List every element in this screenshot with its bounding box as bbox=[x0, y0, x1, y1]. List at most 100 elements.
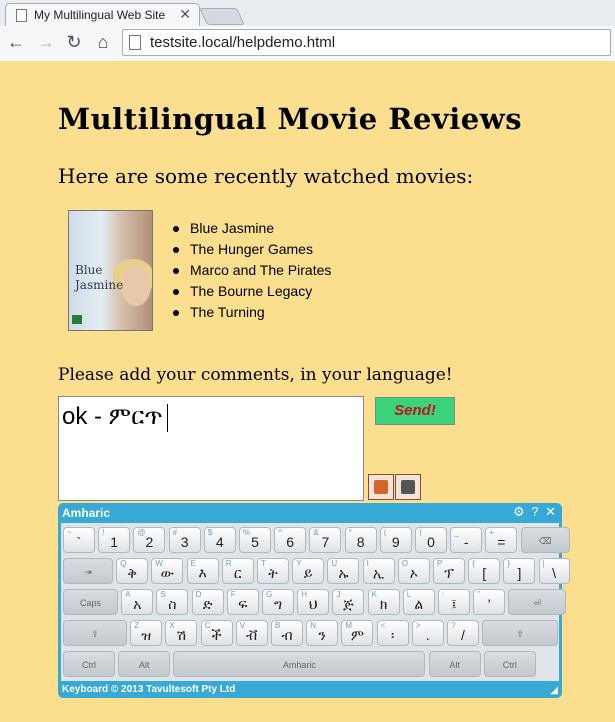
keyboard-title: Amharic bbox=[62, 506, 111, 520]
reload-icon[interactable]: ↻ bbox=[63, 32, 85, 53]
keyboard-key[interactable]: _ - bbox=[450, 527, 483, 553]
key-label: Alt bbox=[449, 660, 460, 670]
onscreen-keyboard: Amharic ⚙ ? ✕ ~ `! 1 @2 #3 $4% 5 ^ 6 & 7 * 8(9) 0 _ - + =… bbox=[58, 503, 570, 698]
key-ctrl-function[interactable]: Ctrl bbox=[483, 651, 536, 677]
keyboard-key[interactable]: Zዝ bbox=[130, 620, 163, 646]
key-label: / bbox=[461, 627, 465, 643]
keyboard-key[interactable]: | \ bbox=[538, 558, 570, 584]
keyboard-key[interactable]: Jጅ bbox=[332, 589, 365, 615]
key--function[interactable]: ⏎ bbox=[508, 589, 567, 615]
keyboard-key[interactable]: Mም bbox=[341, 620, 374, 646]
home-icon[interactable]: ⌂ bbox=[92, 32, 114, 53]
gear-icon[interactable]: ⚙ bbox=[513, 504, 525, 519]
keyboard-key[interactable]: Aአ bbox=[121, 589, 154, 615]
help-icon[interactable]: ? bbox=[531, 504, 538, 519]
keyboard-key[interactable]: Xሽ bbox=[165, 620, 198, 646]
keyboard-key[interactable]: + = bbox=[485, 527, 518, 553]
keyboard-key[interactable]: Tት bbox=[257, 558, 289, 584]
keyboard-key[interactable]: < ፡ bbox=[376, 620, 409, 646]
keyboard-key[interactable]: Gግ bbox=[262, 589, 294, 615]
keyboard-key[interactable]: Kክ bbox=[367, 589, 400, 615]
page-title: Multilingual Movie Reviews bbox=[58, 102, 523, 136]
key-label: ⇧ bbox=[91, 629, 99, 639]
keyboard-key[interactable]: Lል bbox=[402, 589, 435, 615]
keyboard-key[interactable]: Sስ bbox=[156, 589, 189, 615]
key-amharic-function[interactable]: Amharic bbox=[173, 651, 426, 677]
page-icon bbox=[16, 9, 27, 22]
back-icon[interactable]: ← bbox=[5, 32, 27, 53]
keyboard-key[interactable]: Pፕ bbox=[433, 558, 465, 584]
keyboard-key[interactable]: Hህ bbox=[297, 589, 330, 615]
keyboard-key[interactable]: Yይ bbox=[292, 558, 325, 584]
key-label: - bbox=[463, 534, 469, 550]
keyboard-key[interactable]: Wው bbox=[151, 558, 184, 584]
keyboard-key[interactable]: Oኦ bbox=[397, 558, 430, 584]
send-button[interactable]: Send! bbox=[375, 397, 455, 425]
keyboard-controls: ⚙ ? ✕ bbox=[510, 504, 556, 520]
keyboard-key[interactable]: Uኡ bbox=[327, 558, 360, 584]
new-tab-button[interactable] bbox=[199, 8, 245, 25]
keyboard-key[interactable]: " ' bbox=[473, 589, 506, 615]
keyboard-key[interactable]: Nን bbox=[306, 620, 339, 646]
key-label: ም bbox=[350, 627, 364, 643]
keyboard-key[interactable]: (9 bbox=[379, 527, 412, 553]
key-label: ስ bbox=[168, 596, 177, 612]
keyboard-key[interactable]: ! 1 bbox=[98, 527, 131, 553]
key-label: ህ bbox=[308, 596, 318, 612]
keyboard-key[interactable]: Rር bbox=[221, 558, 254, 584]
keyboard-key[interactable]: Bብ bbox=[271, 620, 303, 646]
resize-grip-icon[interactable]: ◢ bbox=[550, 685, 558, 696]
key-label: 8 bbox=[356, 534, 365, 550]
key--function[interactable]: ⇧ bbox=[63, 620, 127, 646]
text-caret bbox=[166, 403, 168, 432]
list-item: Marco and The Pirates bbox=[172, 260, 331, 281]
keyboard-key[interactable]: ~ ` bbox=[63, 527, 95, 553]
keyboard-key[interactable]: Fፍ bbox=[226, 589, 259, 615]
key-label: ⌫ bbox=[538, 536, 552, 546]
keyboard-key[interactable]: Eእ bbox=[186, 558, 219, 584]
keyboard-key[interactable]: : ፤ bbox=[438, 589, 470, 615]
keyboard-key[interactable]: }] bbox=[503, 558, 536, 584]
key-ctrl-function[interactable]: Ctrl bbox=[63, 651, 115, 677]
close-icon[interactable]: ✕ bbox=[545, 504, 556, 519]
keyboard-key[interactable]: * 8 bbox=[344, 527, 377, 553]
key-alt-function[interactable]: Alt bbox=[428, 651, 481, 677]
keyboard-toggle-button[interactable] bbox=[368, 474, 394, 500]
key-label: ፕ bbox=[444, 565, 454, 581]
key-caps-function[interactable]: Caps bbox=[63, 589, 118, 615]
keyboard-key[interactable]: % 5 bbox=[239, 527, 271, 553]
keyboard-key[interactable]: Iኢ bbox=[362, 558, 395, 584]
keyboard-key[interactable]: $4 bbox=[203, 527, 236, 553]
key-label: = bbox=[497, 534, 506, 550]
key-label: ⏎ bbox=[533, 598, 542, 608]
key-label: 5 bbox=[251, 534, 259, 550]
keyboard-key[interactable]: Qቅ bbox=[116, 558, 149, 584]
key-label: ፡ bbox=[390, 627, 395, 643]
keyboard-key[interactable]: {[ bbox=[468, 558, 501, 584]
key--function[interactable]: ⌫ bbox=[520, 527, 570, 553]
tab-close-icon[interactable]: ✕ bbox=[179, 6, 191, 23]
keyboard-key[interactable]: @2 bbox=[133, 527, 166, 553]
keyboard-key[interactable]: & 7 bbox=[309, 527, 342, 553]
keyboard-key[interactable]: ) 0 bbox=[415, 527, 447, 553]
keyboard-key[interactable]: ? / bbox=[447, 620, 479, 646]
keyboard-key[interactable]: Dድ bbox=[191, 589, 224, 615]
keyboard-key[interactable]: Vቭ bbox=[235, 620, 268, 646]
key-label: ክ bbox=[379, 596, 388, 612]
comment-text: ok - ምርጥ bbox=[62, 403, 163, 430]
key--function[interactable]: ⇥ bbox=[63, 558, 113, 584]
forward-icon[interactable]: → bbox=[35, 32, 57, 53]
key--function[interactable]: ⇧ bbox=[482, 620, 559, 646]
browser-tab[interactable]: My Multilingual Web Site ✕ bbox=[5, 3, 200, 26]
key-label: Ctrl bbox=[502, 660, 517, 670]
keyboard-key[interactable]: ^ 6 bbox=[274, 527, 307, 553]
keyboard-key[interactable]: Cች bbox=[200, 620, 233, 646]
keyboard-key[interactable]: >. bbox=[411, 620, 444, 646]
address-bar[interactable]: testsite.local/helpdemo.html bbox=[122, 29, 611, 56]
keyboard-key[interactable]: #3 bbox=[168, 527, 201, 553]
poster-title: Blue Jasmine bbox=[75, 263, 124, 292]
key-label: ⇧ bbox=[516, 629, 524, 639]
osk-toggle-button[interactable] bbox=[395, 474, 421, 500]
key-alt-function[interactable]: Alt bbox=[118, 651, 171, 677]
comment-textarea[interactable]: ok - ምርጥ bbox=[58, 396, 364, 501]
